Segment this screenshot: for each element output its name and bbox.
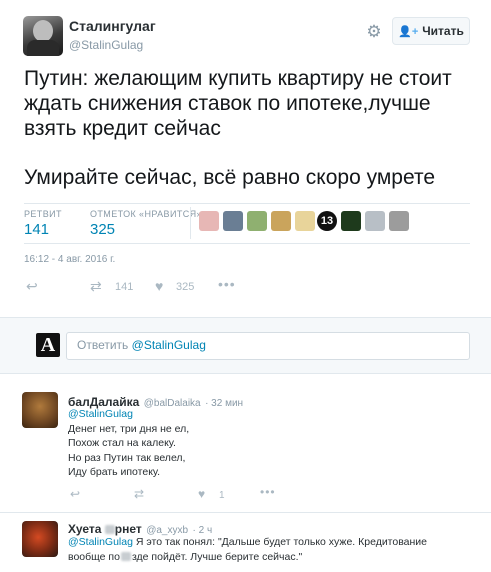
retweet-icon[interactable]: ⇄	[134, 487, 144, 501]
more-icon[interactable]: •••	[218, 276, 236, 292]
author-name[interactable]: Сталингулаг	[69, 18, 156, 34]
reply-icon[interactable]: ↩	[70, 487, 80, 501]
reply-avatar[interactable]	[22, 392, 58, 428]
reply-text: @StalinGulag Я это так понял: "Дальше бу…	[68, 535, 478, 564]
author-handle[interactable]: @StalinGulag	[69, 38, 143, 52]
add-user-icon: 👤+	[398, 25, 419, 38]
retweet-icon[interactable]: ⇄	[90, 278, 102, 295]
reply-author-name-part: рнет	[114, 522, 142, 536]
liker-avatar[interactable]	[199, 211, 219, 231]
liker-avatar[interactable]	[223, 211, 243, 231]
reply-mention[interactable]: @StalinGulag	[68, 407, 448, 422]
reply-line: Но раз Путин так велел,	[68, 451, 186, 464]
likes-count[interactable]: 325	[90, 221, 115, 238]
retweets-label[interactable]: РЕТВИТ	[24, 209, 62, 219]
reply-line: Иду брать ипотеку.	[68, 466, 161, 478]
like-count[interactable]: 325	[176, 281, 194, 293]
reply-author-name[interactable]: Хуета рнет	[68, 522, 142, 536]
censored-mark	[104, 525, 115, 535]
like-icon[interactable]: ♥	[198, 487, 205, 501]
divider	[24, 203, 470, 204]
like-count[interactable]: 1	[219, 490, 225, 501]
liker-avatar[interactable]	[341, 211, 361, 231]
retweets-count[interactable]: 141	[24, 221, 49, 238]
liker-avatar[interactable]	[389, 211, 409, 231]
censored-mark	[120, 552, 131, 562]
follow-button-label: Читать	[422, 24, 464, 38]
liker-avatar[interactable]: 13	[317, 211, 337, 231]
tweet-timestamp[interactable]: 16:12 - 4 авг. 2016 г.	[24, 254, 115, 265]
reply-line: Денег нет, три дня не ел,	[68, 422, 190, 435]
divider	[24, 243, 470, 244]
tweet-paragraph: Умирайте сейчас, всё равно скоро умрете	[24, 166, 436, 189]
user-avatar: A	[36, 333, 60, 357]
reply-line: вообще по	[68, 550, 120, 563]
reply-placeholder-mention: @StalinGulag	[131, 338, 206, 352]
liker-avatar[interactable]	[295, 211, 315, 231]
reply-line: Я это так понял: "Дальше будет только ху…	[132, 536, 428, 548]
reply-author-name-part: Хуета	[68, 522, 105, 536]
reply-avatar[interactable]	[22, 521, 58, 557]
liker-avatar[interactable]	[271, 211, 291, 231]
reply-mention[interactable]: @StalinGulag	[68, 536, 133, 548]
likes-label[interactable]: ОТМЕТОК «НРАВИТСЯ»	[90, 209, 202, 219]
tweet-paragraph: Путин: желающим купить квартиру не стоит…	[24, 67, 452, 140]
author-avatar[interactable]	[23, 16, 63, 56]
reply-placeholder-prefix: Ответить	[77, 338, 132, 352]
reply-input[interactable]: Ответить @StalinGulag	[66, 332, 470, 360]
liker-avatar[interactable]	[247, 211, 267, 231]
divider	[0, 512, 491, 513]
retweet-count[interactable]: 141	[115, 281, 133, 293]
reply-text: @StalinGulag Денег нет, три дня не ел, П…	[68, 407, 448, 480]
gear-icon[interactable]: ⚙	[364, 22, 384, 42]
divider	[190, 207, 191, 239]
follow-button[interactable]: 👤+ Читать	[392, 17, 470, 45]
reply-line: Похож стал на калеку.	[68, 437, 176, 449]
like-icon[interactable]: ♥	[155, 278, 163, 294]
tweet-text: Путин: желающим купить квартиру не стоит…	[24, 66, 469, 190]
reply-line: зде пойдёт. Лучше берите сейчас."	[131, 550, 303, 563]
reply-icon[interactable]: ↩	[26, 278, 38, 295]
liker-avatar[interactable]	[365, 211, 385, 231]
more-icon[interactable]: •••	[260, 485, 276, 499]
